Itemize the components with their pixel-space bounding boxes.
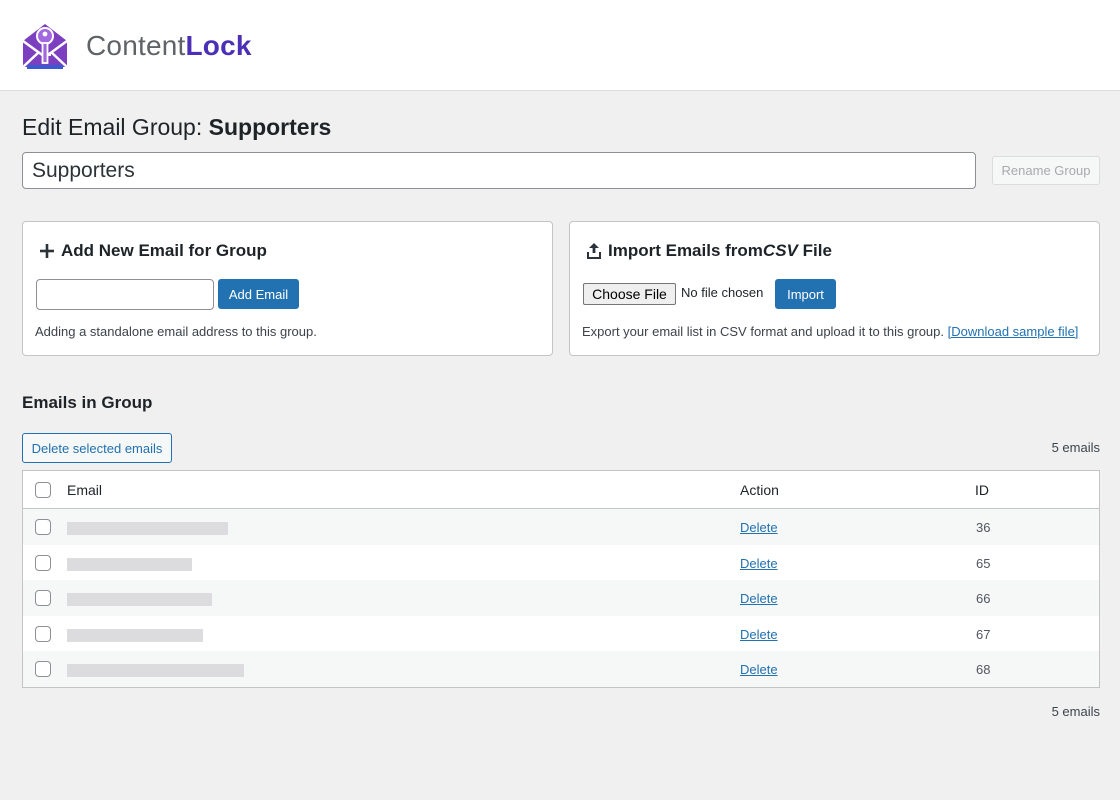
import-title-italic: CSV (762, 241, 798, 260)
add-email-card-title: Add New Email for Group (39, 240, 267, 262)
add-email-title-text: Add New Email for Group (61, 241, 267, 260)
add-email-button[interactable]: Add Email (218, 279, 299, 309)
no-file-chosen-label: No file chosen (681, 285, 764, 300)
import-button[interactable]: Import (775, 279, 836, 309)
delete-selected-button[interactable]: Delete selected emails (22, 433, 172, 463)
choose-file-button[interactable]: Choose File (583, 283, 676, 305)
add-email-note: Adding a standalone email address to thi… (35, 324, 317, 339)
import-note-text: Export your email list in CSV format and… (582, 324, 948, 339)
column-header-id[interactable]: ID (975, 482, 989, 498)
email-count-top: 5 emails (1051, 440, 1100, 455)
page-title-prefix: Edit Email Group: (22, 114, 209, 140)
row-id: 67 (976, 626, 991, 642)
import-card-title: Import Emails from CSV File (586, 240, 832, 262)
delete-link[interactable]: Delete (740, 556, 778, 571)
row-checkbox[interactable] (35, 625, 51, 642)
delete-link[interactable]: Delete (740, 662, 778, 677)
email-count-bottom: 5 emails (1051, 704, 1100, 719)
select-all-checkbox[interactable] (35, 482, 51, 498)
delete-link[interactable]: Delete (740, 591, 778, 606)
redacted-email (67, 522, 228, 535)
table-row: Delete 68 (23, 651, 1099, 687)
row-id: 36 (976, 520, 991, 535)
row-id: 68 (976, 662, 991, 677)
group-name-input[interactable] (22, 152, 976, 189)
upload-icon (587, 243, 601, 259)
row-id: 66 (976, 591, 991, 606)
column-header-email[interactable]: Email (67, 482, 102, 498)
table-row: Delete 36 (23, 509, 1099, 545)
table-row: Delete 66 (23, 580, 1099, 616)
brand-name-regular: Content (86, 30, 186, 61)
add-email-card: Add New Email for Group Add Email Adding… (22, 221, 553, 356)
contentlock-logo-icon (22, 24, 68, 69)
delete-link[interactable]: Delete (740, 627, 778, 642)
download-sample-link[interactable]: [Download sample file] (948, 324, 1079, 339)
row-checkbox[interactable] (35, 519, 51, 535)
column-header-action: Action (740, 482, 779, 498)
redacted-email (67, 628, 203, 642)
row-checkbox[interactable] (35, 590, 51, 606)
emails-section-title: Emails in Group (22, 393, 153, 412)
page-title: Edit Email Group: Supporters (22, 113, 331, 141)
table-header: Email Action ID (23, 471, 1099, 509)
rename-group-button[interactable]: Rename Group (992, 156, 1100, 185)
import-note: Export your email list in CSV format and… (582, 324, 1078, 339)
import-csv-card: Import Emails from CSV File Choose File … (569, 221, 1100, 356)
import-title-prefix: Import Emails from (608, 241, 763, 260)
page-title-group: Supporters (208, 114, 332, 140)
brand-name: ContentLock (86, 28, 252, 64)
row-checkbox[interactable] (35, 554, 51, 571)
redacted-email (67, 593, 212, 606)
top-bar: ContentLock (0, 0, 1120, 91)
redacted-email (67, 664, 244, 677)
email-input[interactable] (36, 279, 214, 310)
emails-table: Email Action ID Delete 36 Delete 65 Dele… (22, 470, 1100, 688)
table-row: Delete 67 (23, 615, 1099, 651)
redacted-email (67, 557, 192, 571)
brand-name-bold: Lock (185, 30, 252, 61)
row-checkbox[interactable] (35, 661, 51, 677)
delete-link[interactable]: Delete (740, 520, 778, 535)
import-title-suffix: File (797, 241, 832, 260)
plus-icon (40, 244, 54, 258)
row-id: 65 (976, 555, 991, 571)
table-row: Delete 65 (23, 544, 1099, 580)
